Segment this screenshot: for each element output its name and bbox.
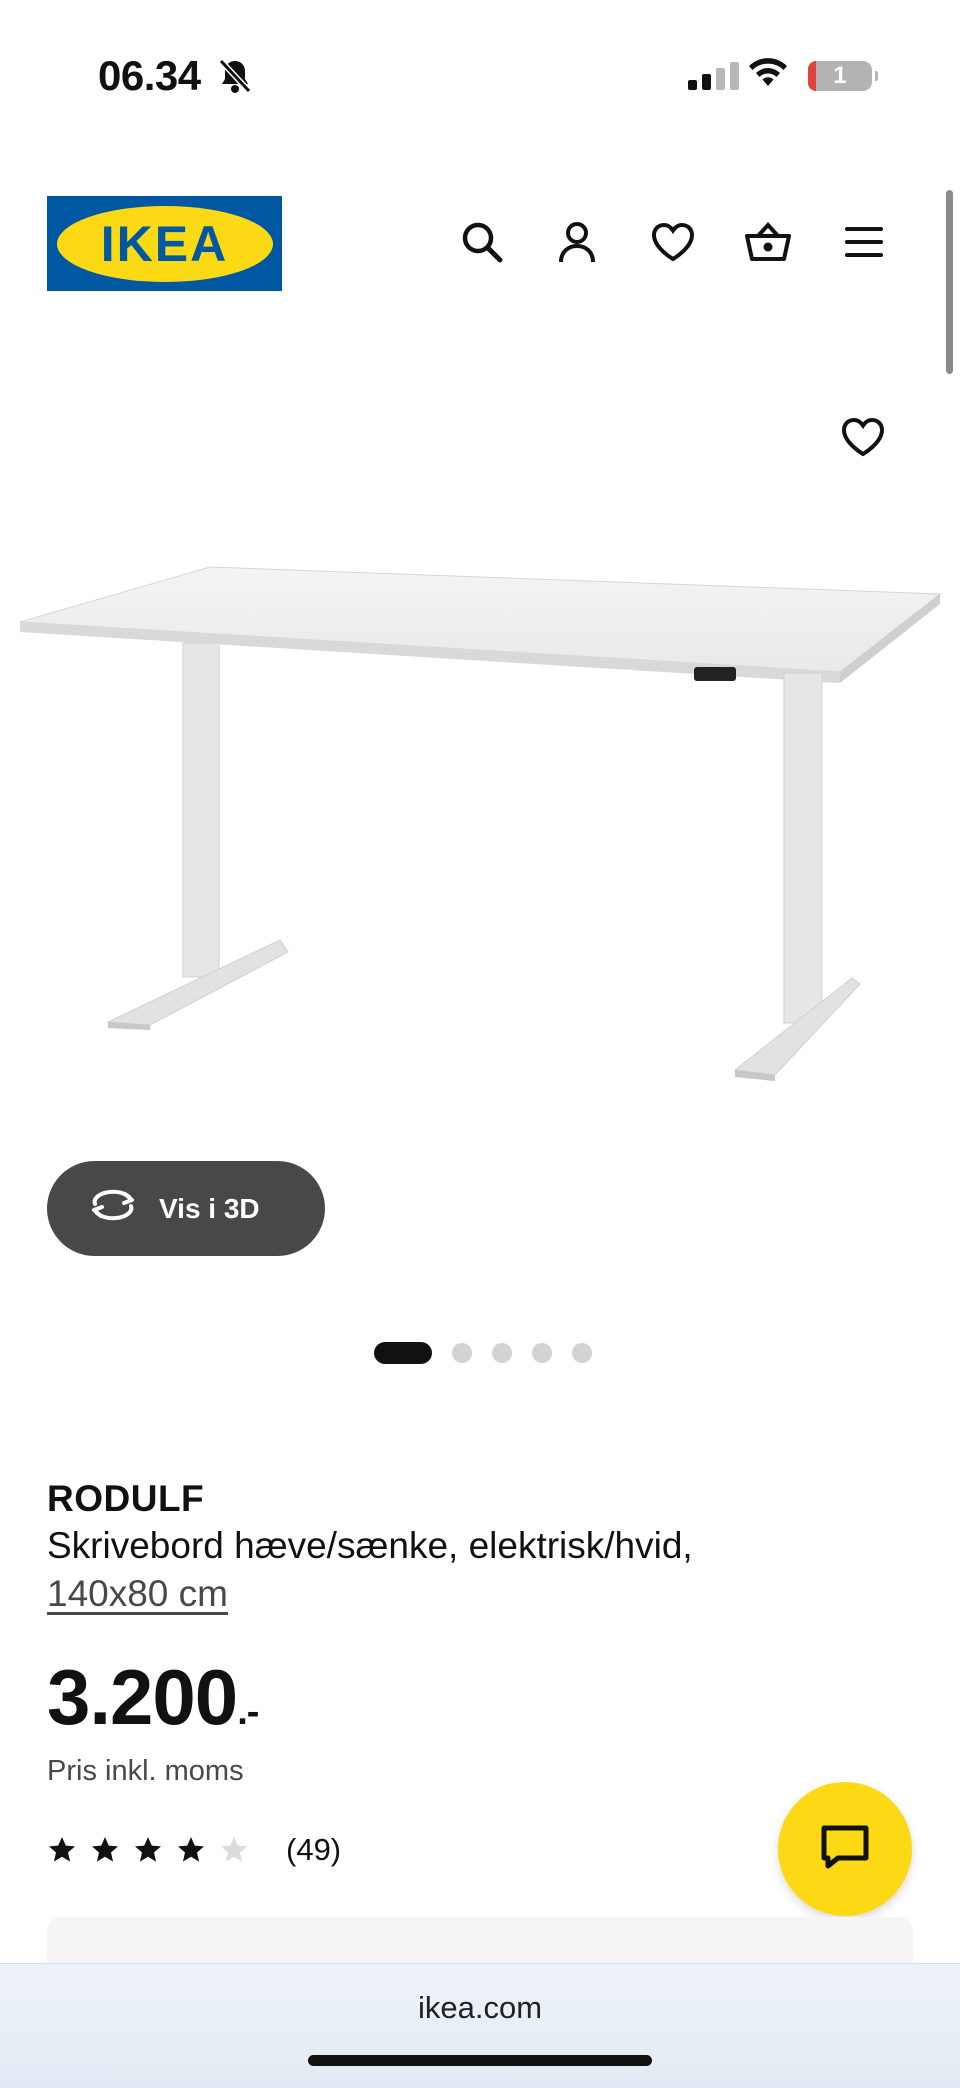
account-icon[interactable] [553,218,601,266]
product-price: 3.200.- [47,1652,259,1743]
menu-hamburger-icon[interactable] [840,218,888,266]
carousel-dot[interactable] [374,1342,432,1364]
browser-url[interactable]: ikea.com [0,1990,960,2026]
page-scrollbar[interactable] [946,190,953,374]
logo-text: IKEA [100,215,229,272]
price-value: 3.200 [47,1653,238,1741]
star-icon [92,1837,118,1862]
add-to-favorites-heart-icon[interactable] [840,416,886,463]
search-icon[interactable] [458,218,506,266]
ikea-logo[interactable]: IKEA [47,196,282,291]
view-in-3d-label: Vis i 3D [159,1192,260,1224]
chat-bubble-icon [820,1824,870,1875]
star-icon [221,1837,247,1862]
wifi-icon [748,56,788,93]
favorites-heart-icon[interactable] [649,218,697,266]
home-indicator[interactable] [308,2055,652,2066]
carousel-dot[interactable] [572,1343,592,1363]
price-note: Pris inkl. moms [47,1755,244,1787]
carousel-dot[interactable] [452,1343,472,1363]
product-image[interactable] [0,540,960,1105]
image-carousel-dots[interactable] [374,1342,592,1364]
bell-muted-icon [218,58,252,99]
rating-stars [47,1835,249,1865]
shopping-basket-icon[interactable] [744,218,792,266]
product-name: RODULF [47,1478,205,1519]
chat-button[interactable] [778,1782,912,1916]
battery-indicator: 1 [808,61,878,91]
star-icon [178,1837,204,1862]
product-description: Skrivebord hæve/sænke, elektrisk/hvid, [47,1525,693,1566]
product-size-link[interactable]: 140x80 cm [47,1573,228,1615]
logo-oval: IKEA [56,205,273,282]
status-time: 06.34 [98,52,201,99]
price-suffix: .- [237,1691,259,1733]
carousel-dot[interactable] [492,1343,512,1363]
rotate-3d-icon [89,1188,137,1229]
cellular-signal-icon [688,62,739,90]
star-icon [135,1837,161,1862]
carousel-dot[interactable] [532,1343,552,1363]
review-count: (49) [286,1832,342,1867]
star-icon [49,1837,75,1862]
product-rating[interactable]: (49) [47,1832,341,1868]
view-in-3d-button[interactable]: Vis i 3D [47,1161,325,1256]
